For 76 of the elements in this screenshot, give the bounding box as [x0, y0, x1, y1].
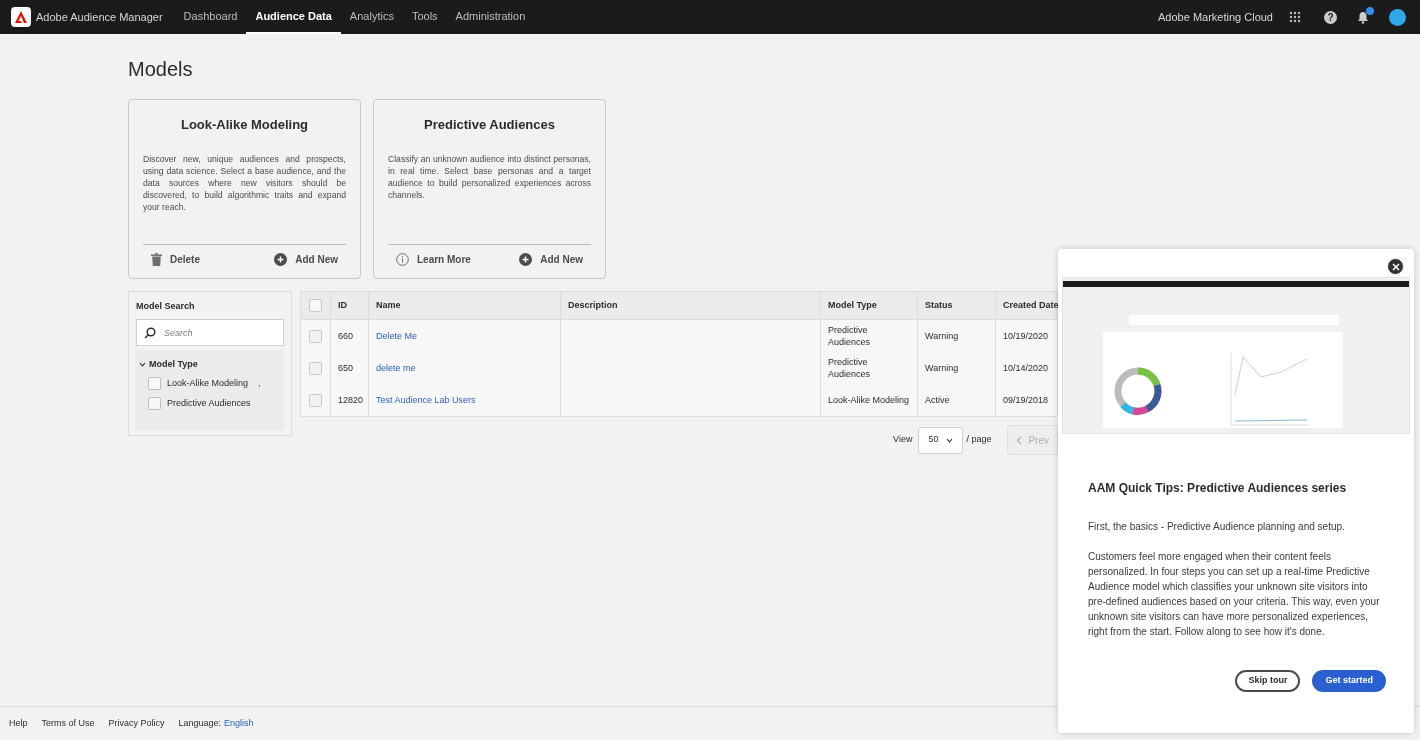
chevron-down-icon — [139, 360, 146, 368]
card-action-button[interactable]: Add New — [274, 251, 338, 267]
column-header[interactable]: Description — [568, 298, 618, 313]
footer-link[interactable]: Privacy Policy — [108, 716, 165, 731]
checkbox[interactable] — [309, 329, 322, 343]
card-description: Classify an unknown audience into distinct personas, in real time. Select base personas and a target audience to build personalized experiences across channels. — [388, 152, 591, 202]
tour-title: AAM Quick Tips: Predictive Audiences series — [1088, 480, 1348, 497]
chevron-down-icon — [946, 437, 954, 443]
language-link[interactable]: English — [224, 716, 254, 731]
table-cell: 660 — [338, 330, 354, 342]
card-action-button[interactable]: Delete — [151, 251, 200, 267]
card-title: Predictive Audiences — [423, 116, 556, 134]
nav-tab[interactable]: Audience Data — [246, 0, 341, 34]
table-cell-text: Predictive Audiences — [828, 356, 872, 380]
checkbox[interactable] — [148, 396, 161, 410]
search-field[interactable]: Search — [136, 319, 284, 346]
nav-tab[interactable]: Tools — [402, 0, 447, 34]
nav-tab[interactable]: Administration — [446, 0, 535, 34]
column-header[interactable]: Model Type — [828, 298, 877, 313]
tour-paragraph: First, the basics - Predictive Audience planning and setup. — [1088, 520, 1346, 534]
cloud-name: Adobe Marketing Cloud — [1158, 9, 1273, 25]
card-title: Look-Alike Modeling — [179, 116, 310, 134]
bell-icon[interactable] — [1357, 10, 1369, 24]
table-cell: 10/14/2020 — [1003, 362, 1049, 374]
filter-title: Model Search — [136, 300, 196, 313]
model-name-link[interactable]: Delete Me — [376, 330, 418, 342]
model-name-link[interactable]: Test Audience Lab Users — [376, 394, 476, 406]
product-name: Adobe Audience Manager — [36, 9, 163, 25]
checkbox[interactable] — [309, 393, 322, 407]
footer-link[interactable]: Terms of Use — [41, 716, 95, 731]
column-header[interactable]: ID — [338, 298, 347, 313]
checkbox[interactable] — [309, 299, 322, 312]
tour-paragraph: Customers feel more engaged when their content feels personalized. In four steps you can set up a real-time Predictive Audience model which classifies your unknown site visitors into pre-defined audiences based on your criteria. This way, even your unknown site visitors can have more personalized experiences, right from the start. Follow along to see how it's done. — [1088, 550, 1381, 639]
language-label: Language: — [178, 716, 222, 730]
chevron-left-icon — [1016, 435, 1023, 445]
plus-circle-icon — [274, 252, 288, 266]
card-action-button[interactable]: Learn More — [396, 251, 471, 267]
table-cell-text: Predictive Audiences — [828, 324, 872, 348]
column-header[interactable]: Created Date — [1003, 298, 1058, 313]
footer-link[interactable]: Help — [9, 716, 28, 731]
view-label: View — [893, 433, 913, 447]
checkbox[interactable] — [309, 361, 322, 375]
page-title: Models — [128, 57, 194, 82]
table-cell: 10/19/2020 — [1003, 330, 1049, 342]
adobe-logo-icon — [11, 7, 31, 27]
nav-tab[interactable]: Dashboard — [174, 0, 247, 34]
per-page-label: / page — [966, 433, 992, 447]
stray-mark: , — [258, 377, 261, 390]
column-header[interactable]: Name — [376, 298, 401, 313]
table-cell: 12820 — [338, 394, 364, 406]
filter-option-label[interactable]: Look-Alike Modeling — [167, 377, 249, 391]
apps-grid-icon[interactable] — [1289, 11, 1301, 23]
table-cell: Active — [925, 394, 950, 406]
close-button[interactable] — [1387, 258, 1404, 275]
checkbox[interactable] — [148, 377, 161, 391]
card-action-button[interactable]: Add New — [519, 251, 583, 267]
info-icon — [396, 252, 409, 266]
skip-tour-button[interactable]: Skip tour — [1235, 670, 1301, 692]
close-icon — [1391, 262, 1400, 271]
card-description: Discover new, unique audiences and prospects, using data science. Select a base audience, and the data sources where new visitors should be discovered, to build algorithmic traits and expand your reach. — [143, 152, 346, 214]
model-type-toggle[interactable]: Model Type — [139, 357, 198, 371]
page-size-select[interactable]: 50 — [918, 426, 964, 454]
table-cell: 650 — [338, 362, 354, 374]
table-cell: Warning — [925, 362, 959, 374]
column-header[interactable]: Status — [925, 298, 953, 313]
help-icon[interactable]: ? — [1324, 10, 1337, 24]
get-started-button[interactable]: Get started — [1312, 670, 1386, 692]
user-avatar[interactable] — [1389, 8, 1406, 26]
model-name-link[interactable]: delete me — [376, 362, 416, 374]
table-cell: Warning — [925, 330, 959, 342]
filter-option-label[interactable]: Predictive Audiences — [167, 396, 251, 410]
nav-tab[interactable]: Analytics — [340, 0, 403, 34]
table-cell: Look-Alike Modeling — [828, 394, 910, 406]
plus-circle-icon — [519, 252, 533, 266]
table-cell: 09/19/2018 — [1003, 394, 1049, 406]
trash-icon — [151, 252, 162, 266]
